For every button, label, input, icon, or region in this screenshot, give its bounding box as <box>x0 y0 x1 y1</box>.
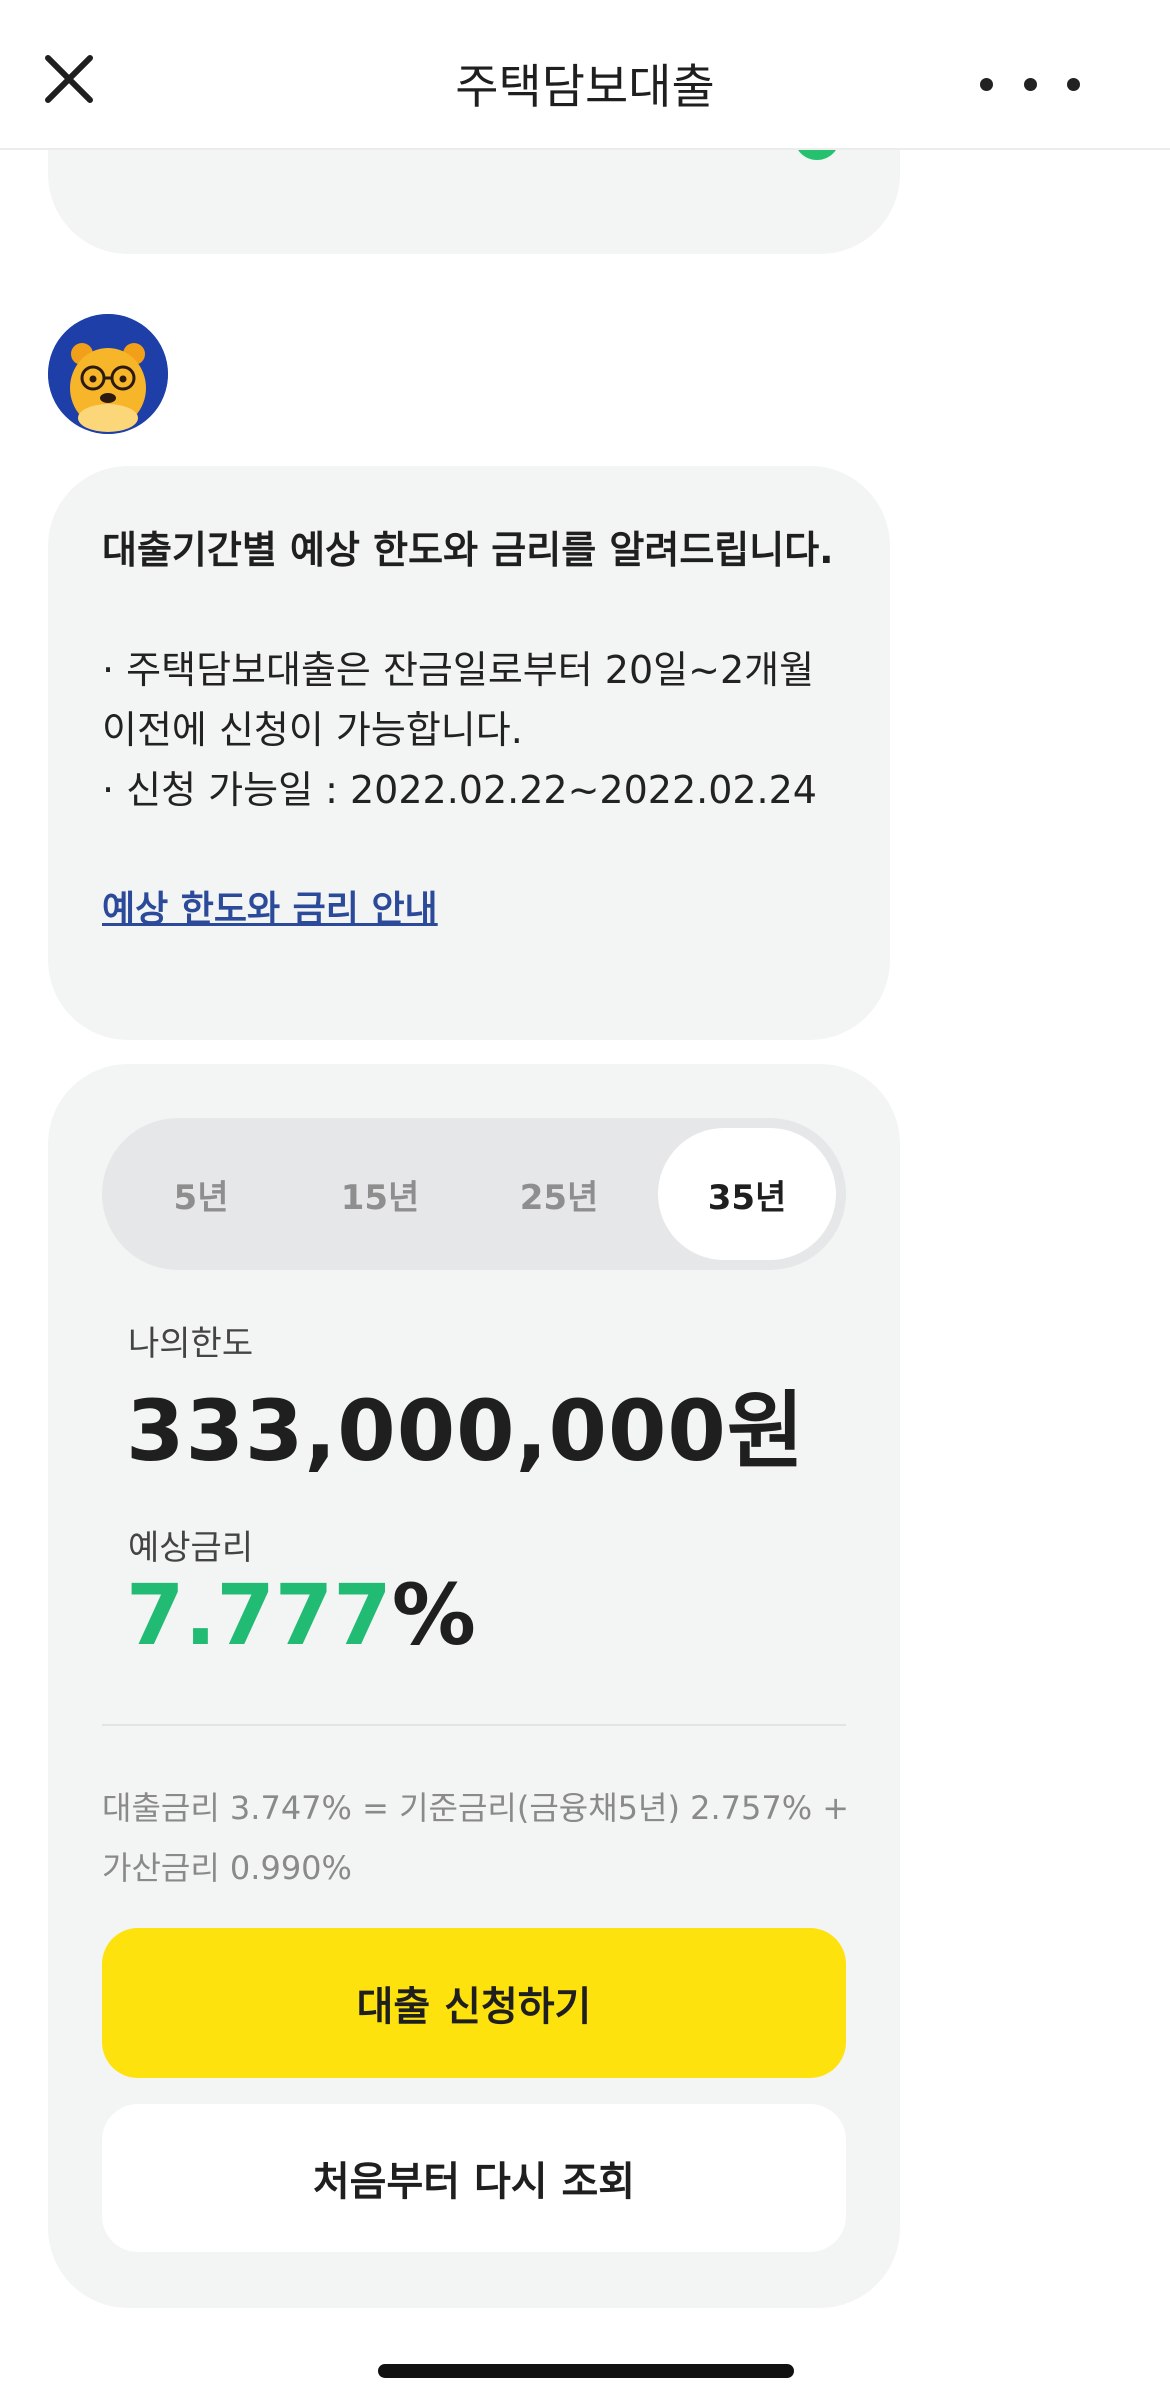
tab-5-years[interactable]: 5년 <box>112 1128 290 1260</box>
more-dot <box>980 77 993 91</box>
rate-guide-link[interactable]: 예상 한도와 금리 안내 <box>102 880 438 932</box>
message-bullet: · 주택담보대출은 잔금일로부터 20일~2개월 이전에 신청이 가능합니다. <box>102 648 815 752</box>
tab-35-years[interactable]: 35년 <box>658 1128 836 1260</box>
message-bullet: · 신청 가능일 : 2022.02.22~2022.02.24 <box>102 768 817 812</box>
more-options-icon[interactable] <box>970 64 1090 104</box>
more-dot <box>1067 77 1080 91</box>
limit-value: 333,000,000원 <box>126 1382 806 1480</box>
tab-15-years[interactable]: 15년 <box>291 1128 469 1260</box>
limit-label: 나의한도 <box>128 1324 254 1364</box>
home-indicator[interactable] <box>378 2364 794 2378</box>
bot-message-bubble: 대출기간별 예상 한도와 금리를 알려드립니다. · 주택담보대출은 잔금일로부… <box>48 466 890 1040</box>
more-dot <box>1023 77 1037 91</box>
top-navigation-bar: 주택담보대출 <box>0 0 1170 150</box>
apply-loan-button[interactable]: 대출 신청하기 <box>102 1928 846 2078</box>
rate-label: 예상금리 <box>128 1528 254 1568</box>
divider <box>102 1724 846 1726</box>
restart-inquiry-button[interactable]: 처음부터 다시 조회 <box>102 2104 846 2252</box>
message-title: 대출기간별 예상 한도와 금리를 알려드립니다. <box>102 528 834 572</box>
rate-value: 7.777% <box>126 1566 476 1664</box>
message-body: · 주택담보대출은 잔금일로부터 20일~2개월 이전에 신청이 가능합니다. … <box>102 640 836 820</box>
bear-character-avatar <box>48 314 168 434</box>
rate-number: 7.777 <box>126 1566 392 1664</box>
rate-breakdown-note: 대출금리 3.747% = 기준금리(금융채5년) 2.757% + 가산금리 … <box>102 1789 850 1887</box>
rate-unit: % <box>391 1566 476 1664</box>
tab-25-years[interactable]: 25년 <box>470 1128 648 1260</box>
loan-period-selector: 5년 15년 25년 35년 <box>102 1118 846 1270</box>
